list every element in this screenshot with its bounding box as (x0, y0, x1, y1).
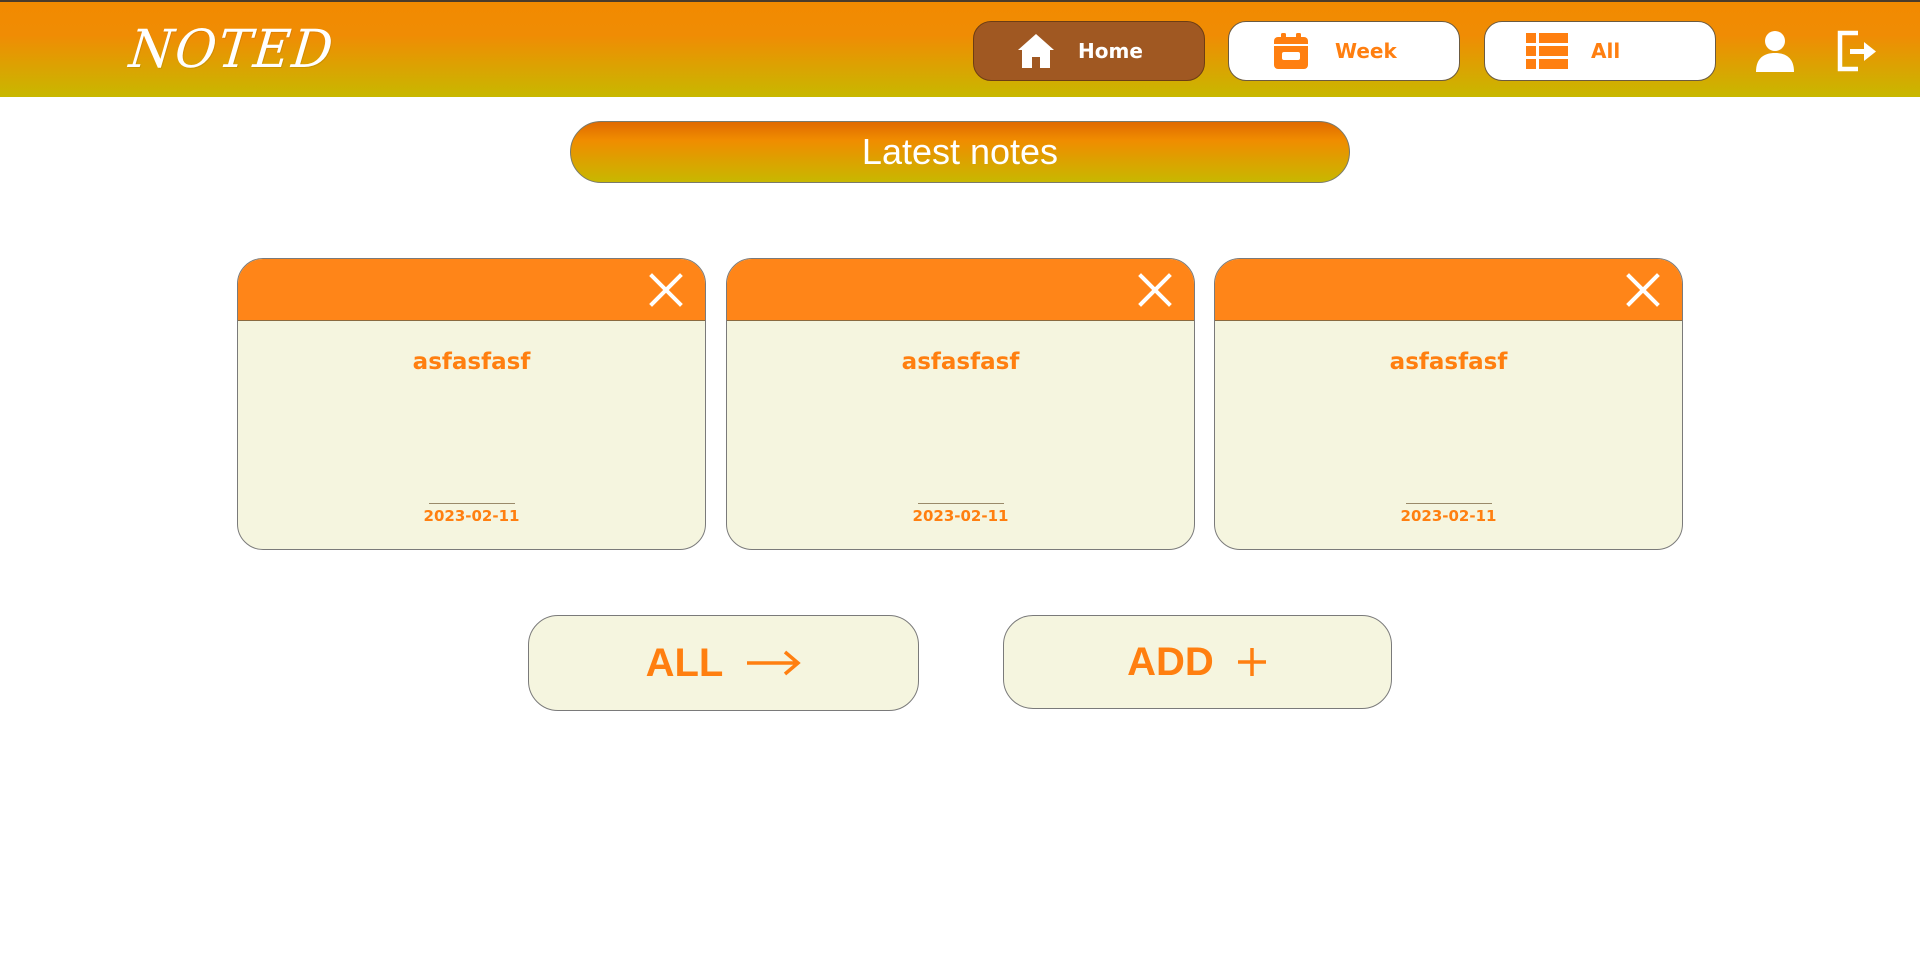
note-date-divider (1405, 503, 1492, 504)
arrow-right-icon (745, 648, 802, 678)
note-card[interactable]: asfasfasf 2023-02-11 (237, 258, 706, 550)
logout-icon[interactable] (1834, 28, 1880, 74)
add-note-button[interactable]: ADD (1003, 615, 1392, 709)
nav-home-label: Home (1078, 39, 1143, 63)
nav-all-label: All (1591, 39, 1621, 63)
note-date-divider (917, 503, 1004, 504)
nav-week-button[interactable]: Week (1228, 21, 1460, 81)
calendar-icon (1269, 29, 1313, 73)
app-logo[interactable]: NOTED (127, 19, 338, 80)
note-title: asfasfasf (1389, 349, 1508, 375)
note-card[interactable]: asfasfasf 2023-02-11 (726, 258, 1195, 550)
top-header: NOTED Home Week All (0, 0, 1920, 97)
note-title: asfasfasf (412, 349, 531, 375)
note-card-header (238, 259, 705, 321)
user-icon[interactable] (1752, 28, 1798, 74)
note-date: 2023-02-11 (912, 507, 1009, 525)
note-card-header (1215, 259, 1682, 321)
nav-week-label: Week (1335, 39, 1397, 63)
all-notes-button[interactable]: ALL (528, 615, 919, 711)
list-icon (1525, 29, 1569, 73)
note-title: asfasfasf (901, 349, 1020, 375)
nav-all-button[interactable]: All (1484, 21, 1716, 81)
note-date: 2023-02-11 (1400, 507, 1497, 525)
nav-home-button[interactable]: Home (973, 21, 1205, 81)
latest-notes-heading: Latest notes (570, 121, 1350, 183)
note-date-divider (428, 503, 515, 504)
home-icon (1014, 29, 1058, 73)
plus-icon (1236, 646, 1268, 678)
note-card-header (727, 259, 1194, 321)
close-icon[interactable] (1626, 273, 1660, 307)
close-icon[interactable] (649, 273, 683, 307)
add-note-button-label: ADD (1127, 639, 1214, 684)
note-date: 2023-02-11 (423, 507, 520, 525)
note-card[interactable]: asfasfasf 2023-02-11 (1214, 258, 1683, 550)
close-icon[interactable] (1138, 273, 1172, 307)
all-notes-button-label: ALL (645, 640, 724, 685)
